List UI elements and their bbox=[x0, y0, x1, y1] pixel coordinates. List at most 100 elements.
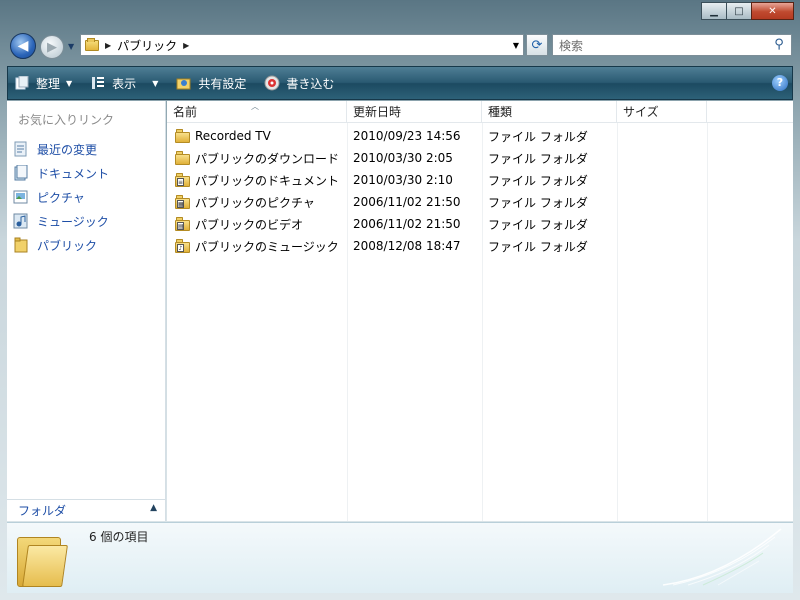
music-folder-icon: ♪ bbox=[175, 239, 191, 253]
arrow-right-icon: ▶ bbox=[47, 39, 57, 55]
column-header-type[interactable]: 種類 bbox=[482, 101, 617, 123]
address-bar[interactable]: ▶ パブリック ▶ ▼ bbox=[80, 34, 524, 56]
file-type: ファイル フォルダ bbox=[488, 173, 588, 188]
file-date: 2010/03/30 2:05 bbox=[353, 151, 453, 165]
address-dropdown-icon[interactable]: ▼ bbox=[513, 41, 519, 50]
folder-icon bbox=[13, 237, 29, 253]
file-name-cell: ♪ パブリックのミュージック bbox=[167, 238, 347, 255]
file-name: Recorded TV bbox=[195, 129, 271, 143]
videos-folder-icon: ▤ bbox=[175, 217, 191, 231]
chevron-down-icon: ▼ bbox=[66, 78, 73, 88]
column-divider bbox=[707, 123, 708, 521]
sidebar-item-music[interactable]: ミュージック bbox=[13, 209, 109, 233]
music-icon bbox=[13, 213, 29, 229]
explorer-window: ▁ □ ✕ ◀ ▶ ▼ ▶ パブリック ▶ ▼ ⟳ 検索 ⚲ 整理 ▼ 表示 ▼… bbox=[0, 0, 800, 600]
sort-ascending-icon: ︿ bbox=[251, 102, 259, 111]
item-count: 6 個の項目 bbox=[89, 530, 149, 544]
file-rows: Recorded TV 2010/09/23 14:56 ファイル フォルダ パ… bbox=[167, 125, 707, 257]
sidebar-item-pictures[interactable]: ピクチャ bbox=[13, 185, 109, 209]
file-name: パブリックのミュージック bbox=[195, 239, 339, 254]
maximize-button[interactable]: □ bbox=[726, 2, 752, 20]
search-icon[interactable]: ⚲ bbox=[771, 37, 787, 53]
file-list: ︿ 名前 更新日時 種類 サイズ Recorded TV 2010/09/23 … bbox=[167, 101, 793, 521]
file-type: ファイル フォルダ bbox=[488, 239, 588, 254]
file-type: ファイル フォルダ bbox=[488, 129, 588, 144]
sidebar-item-public[interactable]: パブリック bbox=[13, 233, 109, 257]
breadcrumb-chevron-icon[interactable]: ▶ bbox=[105, 41, 111, 50]
details-pane: 6 個の項目 bbox=[7, 522, 793, 593]
views-button[interactable]: 表示 ▼ bbox=[90, 75, 158, 92]
sidebar-item-label: パブリック bbox=[37, 238, 98, 253]
close-button[interactable]: ✕ bbox=[751, 2, 794, 20]
caption-buttons: ▁ □ ✕ bbox=[701, 2, 794, 20]
folder-icon bbox=[175, 129, 191, 143]
file-name-cell: Recorded TV bbox=[167, 129, 347, 143]
folder-icon bbox=[15, 531, 68, 587]
refresh-icon: ⟳ bbox=[531, 37, 543, 53]
file-type: ファイル フォルダ bbox=[488, 217, 588, 232]
documents-folder-icon: ≡ bbox=[175, 173, 191, 187]
burn-button[interactable]: 書き込む bbox=[264, 75, 334, 92]
file-name-cell: ≡ パブリックのドキュメント bbox=[167, 172, 347, 189]
column-label: 名前 bbox=[173, 105, 198, 119]
column-label: サイズ bbox=[623, 105, 659, 119]
search-input[interactable]: 検索 ⚲ bbox=[552, 34, 792, 56]
breadcrumb-chevron-icon[interactable]: ▶ bbox=[183, 41, 189, 50]
file-date: 2006/11/02 21:50 bbox=[353, 217, 461, 231]
navigation-bar: ◀ ▶ ▼ ▶ パブリック ▶ ▼ ⟳ 検索 ⚲ bbox=[6, 30, 794, 62]
sidebar-item-label: ピクチャ bbox=[37, 190, 85, 205]
folder-icon bbox=[175, 151, 191, 165]
file-row-public-pictures[interactable]: ▦ パブリックのピクチャ 2006/11/02 21:50 ファイル フォルダ bbox=[167, 191, 707, 213]
decorative-swoosh-icon bbox=[663, 528, 782, 586]
file-name-cell: ▦ パブリックのピクチャ bbox=[167, 194, 347, 211]
column-header-size[interactable]: サイズ bbox=[617, 101, 707, 123]
file-type: ファイル フォルダ bbox=[488, 195, 588, 210]
back-button[interactable]: ◀ bbox=[10, 33, 36, 59]
file-name: パブリックのピクチャ bbox=[195, 195, 315, 210]
folder-icon bbox=[85, 37, 99, 51]
file-date: 2010/03/30 2:10 bbox=[353, 173, 453, 187]
file-name: パブリックのビデオ bbox=[195, 217, 304, 232]
breadcrumb-public[interactable]: パブリック bbox=[117, 37, 177, 54]
column-header-date[interactable]: 更新日時 bbox=[347, 101, 482, 123]
minimize-button[interactable]: ▁ bbox=[701, 2, 727, 20]
file-row-public-downloads[interactable]: パブリックのダウンロード 2010/03/30 2:05 ファイル フォルダ bbox=[167, 147, 707, 169]
history-dropdown-button[interactable]: ▼ bbox=[68, 42, 74, 51]
file-date: 2006/11/02 21:50 bbox=[353, 195, 461, 209]
file-date: 2010/09/23 14:56 bbox=[353, 129, 461, 143]
file-row-recorded-tv[interactable]: Recorded TV 2010/09/23 14:56 ファイル フォルダ bbox=[167, 125, 707, 147]
recent-icon bbox=[13, 141, 29, 157]
sidebar-item-recent[interactable]: 最近の変更 bbox=[13, 137, 109, 161]
disc-icon bbox=[264, 75, 280, 91]
folders-toggle[interactable]: フォルダ ▲ bbox=[7, 499, 165, 521]
sidebar-item-label: ミュージック bbox=[37, 214, 109, 229]
file-name-cell: パブリックのダウンロード bbox=[167, 150, 347, 167]
column-label: 種類 bbox=[488, 105, 513, 119]
burn-label: 書き込む bbox=[286, 76, 335, 91]
chevron-down-icon: ▼ bbox=[152, 78, 159, 88]
share-button[interactable]: 共有設定 bbox=[176, 75, 246, 92]
file-row-public-music[interactable]: ♪ パブリックのミュージック 2008/12/08 18:47 ファイル フォル… bbox=[167, 235, 707, 257]
file-name: パブリックのダウンロード bbox=[195, 151, 340, 166]
views-icon bbox=[90, 75, 106, 91]
pictures-icon bbox=[13, 189, 29, 205]
command-bar: 整理 ▼ 表示 ▼ 共有設定 書き込む ? bbox=[7, 66, 793, 100]
folders-label: フォルダ bbox=[18, 504, 67, 518]
arrow-left-icon: ◀ bbox=[17, 38, 29, 54]
file-date: 2008/12/08 18:47 bbox=[353, 239, 461, 253]
views-label: 表示 bbox=[112, 76, 137, 91]
file-type: ファイル フォルダ bbox=[488, 151, 588, 166]
help-icon[interactable]: ? bbox=[772, 75, 788, 91]
refresh-button[interactable]: ⟳ bbox=[526, 34, 548, 56]
sidebar-item-documents[interactable]: ドキュメント bbox=[13, 161, 109, 185]
file-row-public-documents[interactable]: ≡ パブリックのドキュメント 2010/03/30 2:10 ファイル フォルダ bbox=[167, 169, 707, 191]
column-header-name[interactable]: ︿ 名前 bbox=[167, 101, 347, 123]
favorite-links-list: 最近の変更 ドキュメント ピクチャ ミュージック パブリック bbox=[13, 137, 109, 257]
organize-label: 整理 bbox=[36, 76, 61, 91]
favorite-links-title: お気に入りリンク bbox=[18, 113, 115, 127]
file-row-public-videos[interactable]: ▤ パブリックのビデオ 2006/11/02 21:50 ファイル フォルダ bbox=[167, 213, 707, 235]
organize-button[interactable]: 整理 ▼ bbox=[14, 75, 72, 92]
share-icon bbox=[176, 75, 192, 91]
search-placeholder: 検索 bbox=[559, 38, 584, 53]
forward-button[interactable]: ▶ bbox=[40, 35, 64, 59]
